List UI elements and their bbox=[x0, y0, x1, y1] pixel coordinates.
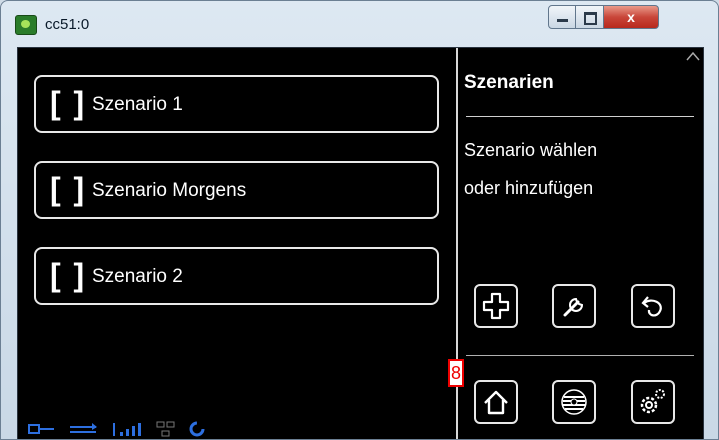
title-separator bbox=[466, 116, 694, 117]
scenario-label: Szenario 1 bbox=[92, 94, 183, 115]
back-icon bbox=[641, 296, 662, 317]
minimize-button[interactable] bbox=[548, 5, 576, 29]
checkbox-brackets: [ ] bbox=[50, 85, 87, 121]
gears-icon bbox=[640, 389, 665, 414]
app-screen: [ ] Szenario 1 [ ] Szenario Morgens [ ] … bbox=[17, 47, 704, 439]
home-icon bbox=[484, 390, 508, 415]
add-icon bbox=[482, 292, 510, 320]
close-button[interactable]: x bbox=[604, 5, 659, 29]
scenario-list: [ ] Szenario 1 [ ] Szenario Morgens [ ] … bbox=[18, 48, 456, 439]
refresh-icon[interactable] bbox=[188, 420, 206, 438]
panel-instruction-line2: oder hinzufügen bbox=[464, 178, 594, 198]
annotation-badge: 8 bbox=[448, 359, 464, 387]
panel-title: Szenarien bbox=[464, 72, 554, 93]
fan-icon bbox=[561, 389, 587, 415]
signal-icon bbox=[113, 423, 141, 436]
checkbox-brackets: [ ] bbox=[50, 171, 87, 207]
add-scenario-button[interactable] bbox=[474, 284, 518, 328]
status-bar bbox=[28, 420, 206, 438]
scenario-item-2[interactable]: [ ] Szenario 2 bbox=[34, 247, 439, 305]
app-icon bbox=[15, 15, 37, 35]
checkbox-brackets: [ ] bbox=[50, 257, 87, 293]
scenario-label: Szenario 2 bbox=[92, 266, 183, 287]
panel-instruction-line1: Szenario wählen bbox=[464, 140, 598, 160]
scenario-item-morgens[interactable]: [ ] Szenario Morgens bbox=[34, 161, 439, 219]
lan-icon bbox=[156, 421, 175, 437]
expand-icon[interactable] bbox=[685, 50, 701, 62]
window: cc51:0 x [ ] Szenario 1 [ ] Szenario Mor… bbox=[0, 0, 719, 440]
window-title: cc51:0 bbox=[45, 16, 90, 33]
scenario-item-1[interactable]: [ ] Szenario 1 bbox=[34, 75, 439, 133]
info-panel: Szenarien Szenario wählen oder hinzufüge… bbox=[458, 48, 703, 439]
back-button[interactable] bbox=[631, 284, 675, 328]
settings-button[interactable] bbox=[631, 380, 675, 424]
ventilation-button[interactable] bbox=[552, 380, 596, 424]
edit-scenario-button[interactable] bbox=[552, 284, 596, 328]
transfer-icon bbox=[70, 423, 97, 433]
home-button[interactable] bbox=[474, 380, 518, 424]
nav-separator bbox=[466, 355, 694, 356]
wrench-icon bbox=[563, 297, 584, 317]
maximize-button[interactable] bbox=[576, 5, 604, 29]
network-icon bbox=[28, 424, 54, 434]
title-bar: cc51:0 x bbox=[1, 1, 718, 47]
scenario-label: Szenario Morgens bbox=[92, 180, 247, 201]
